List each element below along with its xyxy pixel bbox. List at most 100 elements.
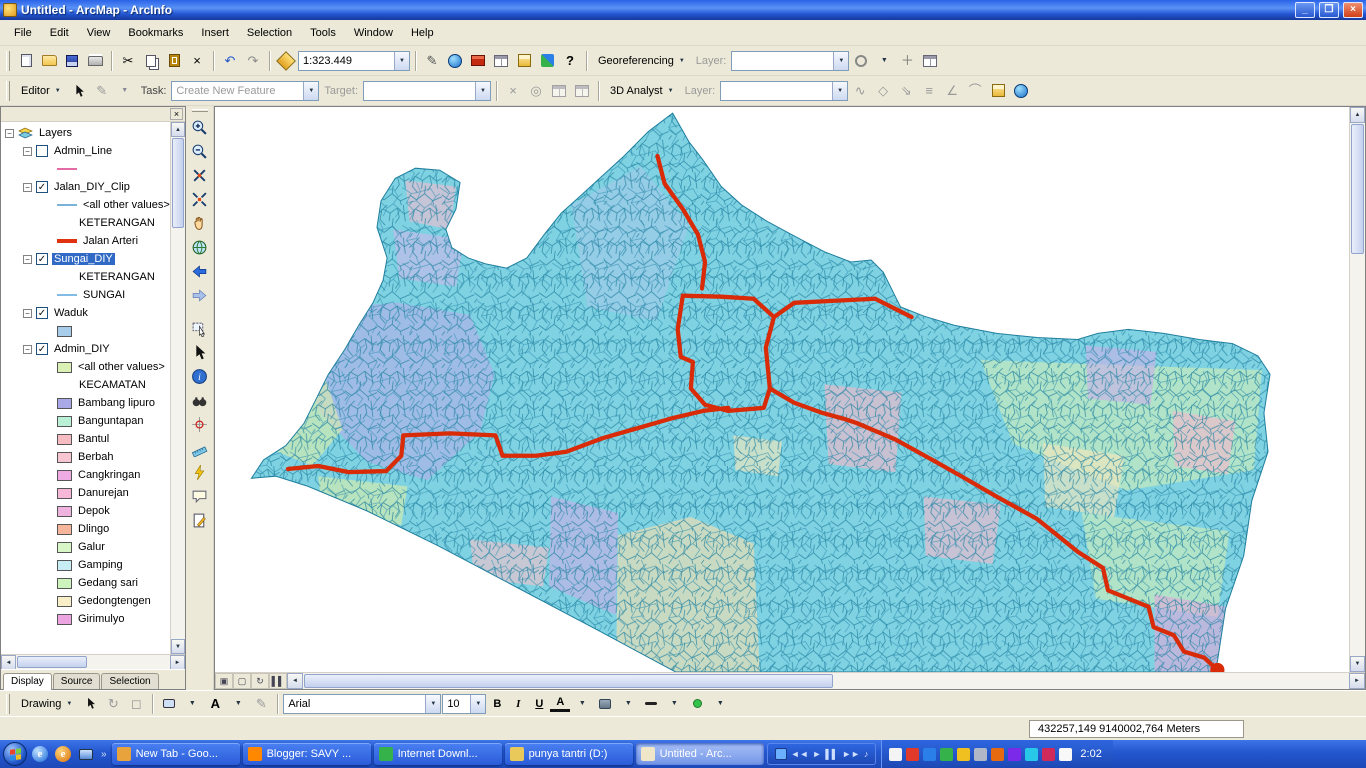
tray-icon[interactable] (923, 747, 937, 761)
scrollbar-thumb[interactable] (172, 138, 184, 228)
tray-icon[interactable] (974, 747, 988, 761)
toc-legend-symbol[interactable] (1, 160, 170, 178)
zoom-out-tool[interactable] (188, 140, 212, 163)
menu-insert[interactable]: Insert (193, 23, 237, 43)
html-popup-tool[interactable] (188, 485, 212, 508)
collapse-icon[interactable]: − (5, 128, 14, 138)
patch-symbol[interactable] (57, 595, 72, 607)
layer-checkbox[interactable] (36, 145, 48, 157)
cut-button[interactable]: ✂ (117, 50, 139, 72)
menu-edit[interactable]: Edit (42, 23, 77, 43)
layout-view-button[interactable]: ▢ (233, 673, 251, 689)
toc-root-layers[interactable]: − Layers (1, 124, 170, 142)
map-horizontal-scrollbar[interactable]: ▣ ▢ ↻ ▌▌ ◄ ► (215, 672, 1365, 689)
font-size-combo[interactable]: 10 ▼ (442, 693, 487, 714)
go-back-extent-tool[interactable] (188, 260, 212, 283)
redo-button[interactable]: ↷ (242, 50, 264, 72)
menu-window[interactable]: Window (346, 23, 401, 43)
new-rectangle-tool[interactable] (158, 693, 180, 715)
menu-selection[interactable]: Selection (239, 23, 300, 43)
patch-symbol[interactable] (57, 613, 72, 625)
toc-legend-kecamatan[interactable]: Dlingo (1, 520, 170, 538)
scroll-up-icon[interactable]: ▲ (1350, 107, 1365, 123)
menu-help[interactable]: Help (403, 23, 442, 43)
toc-horizontal-scrollbar[interactable]: ◄ ► (1, 654, 185, 670)
shape-tool-dropdown[interactable]: ▼ (181, 693, 203, 715)
toc-layer-admin-line[interactable]: − Admin_Line (1, 142, 170, 160)
go-forward-extent-tool[interactable] (188, 284, 212, 307)
scroll-down-icon[interactable]: ▼ (1350, 656, 1365, 672)
identify-tool[interactable]: i (188, 365, 212, 388)
editor-menu[interactable]: Editor ▼ (15, 82, 67, 100)
arctoolbox-button[interactable] (467, 50, 489, 72)
quick-launch-browser-icon[interactable]: e (53, 744, 73, 764)
sketch-tool-button[interactable]: ✎ (91, 80, 113, 102)
map-canvas[interactable] (215, 107, 1349, 672)
patch-symbol[interactable] (57, 415, 72, 427)
toc-close-icon[interactable]: × (170, 108, 183, 120)
tray-icon[interactable] (1025, 747, 1039, 761)
create-tin-button[interactable] (987, 80, 1009, 102)
close-button[interactable]: × (1343, 2, 1363, 18)
refresh-view-button[interactable]: ↻ (251, 673, 269, 689)
edit-annotation-tool[interactable] (188, 509, 212, 532)
collapse-icon[interactable]: − (23, 182, 32, 192)
volume-icon[interactable]: ♪ (864, 749, 869, 759)
patch-symbol[interactable] (57, 325, 72, 337)
scrollbar-thumb[interactable] (1351, 124, 1364, 254)
toolbar-grip[interactable] (191, 109, 208, 112)
sketch-properties-button[interactable] (571, 80, 593, 102)
quick-launch-ie-icon[interactable]: e (30, 744, 50, 764)
edit-tool-button[interactable] (68, 80, 90, 102)
georef-dropdown[interactable]: ▼ (873, 50, 895, 72)
select-elements-tool[interactable] (188, 341, 212, 364)
scrollbar-thumb[interactable] (17, 656, 87, 668)
italic-button[interactable]: I (508, 694, 528, 714)
line-symbol[interactable] (57, 294, 77, 296)
add-control-points-button[interactable]: ＋ (896, 50, 918, 72)
previous-track-icon[interactable]: ◄◄ (791, 749, 809, 759)
line-symbol[interactable] (57, 204, 77, 206)
chevron-down-icon[interactable]: ▼ (303, 81, 319, 100)
toolbar-grip[interactable] (6, 693, 10, 714)
patch-symbol[interactable] (57, 559, 72, 571)
toc-layer-admin-diy[interactable]: − ✓ Admin_DIY (1, 340, 170, 358)
edit-vertices-button[interactable]: ✎ (250, 693, 272, 715)
marker-color-dropdown[interactable]: ▼ (709, 693, 731, 715)
fill-color-button[interactable] (594, 693, 616, 715)
taskbar-button-folder[interactable]: punya tantri (D:) (504, 743, 633, 765)
bold-button[interactable]: B (487, 694, 507, 714)
toc-legend-all-other-values[interactable]: <all other values> (1, 196, 170, 214)
zoom-to-selected-button[interactable]: ◻ (125, 693, 147, 715)
tray-icon[interactable] (906, 747, 920, 761)
toolbar-grip[interactable] (6, 80, 10, 101)
taskbar-button-blogger[interactable]: Blogger: SAVY ... (242, 743, 371, 765)
scrollbar-thumb[interactable] (304, 674, 833, 688)
toc-legend-kecamatan[interactable]: Bambang lipuro (1, 394, 170, 412)
next-track-icon[interactable]: ►► (842, 749, 860, 759)
pan-tool[interactable] (188, 212, 212, 235)
toc-vertical-scrollbar[interactable]: ▲ ▼ (170, 122, 185, 654)
select-elements-button[interactable] (79, 693, 101, 715)
toc-legend-kecamatan[interactable]: Danurejan (1, 484, 170, 502)
chevron-down-icon[interactable]: ▼ (475, 81, 491, 100)
line-symbol[interactable] (57, 168, 77, 170)
data-view-button[interactable]: ▣ (215, 673, 233, 689)
link-table-button[interactable] (919, 50, 941, 72)
tray-icon[interactable] (889, 747, 903, 761)
scroll-down-icon[interactable]: ▼ (171, 639, 185, 654)
menu-view[interactable]: View (79, 23, 119, 43)
taskbar-button-newtab[interactable]: New Tab - Goo... (111, 743, 240, 765)
patch-symbol[interactable] (57, 505, 72, 517)
georeferencing-menu[interactable]: Georeferencing ▼ (592, 52, 691, 70)
start-button[interactable] (3, 742, 27, 766)
toc-legend-kecamatan[interactable]: Gedang sari (1, 574, 170, 592)
minimize-button[interactable]: _ (1295, 2, 1315, 18)
underline-button[interactable]: U (529, 694, 549, 714)
fill-color-dropdown[interactable]: ▼ (617, 693, 639, 715)
scroll-left-icon[interactable]: ◄ (287, 673, 303, 689)
delete-button[interactable]: × (186, 50, 208, 72)
fixed-zoom-out-tool[interactable] (188, 188, 212, 211)
rotate-element-button[interactable]: ↻ (102, 693, 124, 715)
chevron-down-icon[interactable]: ▼ (833, 51, 849, 70)
